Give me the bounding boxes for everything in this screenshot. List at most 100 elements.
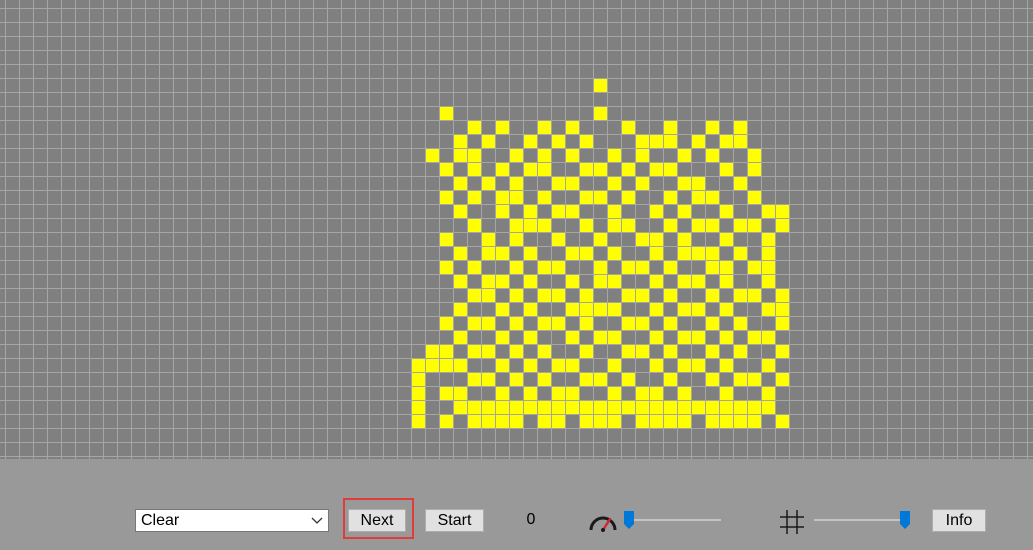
live-cell[interactable] [664,261,677,274]
live-cell[interactable] [636,177,649,190]
live-cell[interactable] [664,415,677,428]
live-cell[interactable] [776,317,789,330]
live-cell[interactable] [748,331,761,344]
live-cell[interactable] [720,401,733,414]
live-cell[interactable] [664,121,677,134]
live-cell[interactable] [622,163,635,176]
live-cell[interactable] [664,345,677,358]
live-cell[interactable] [720,233,733,246]
live-cell[interactable] [650,233,663,246]
live-cell[interactable] [692,331,705,344]
live-cell[interactable] [566,275,579,288]
live-cell[interactable] [440,345,453,358]
live-cell[interactable] [720,387,733,400]
live-cell[interactable] [594,107,607,120]
live-cell[interactable] [524,219,537,232]
live-cell[interactable] [776,373,789,386]
live-cell[interactable] [468,289,481,302]
live-cell[interactable] [608,303,621,316]
live-cell[interactable] [412,401,425,414]
next-button[interactable]: Next [348,509,406,532]
live-cell[interactable] [566,121,579,134]
live-cell[interactable] [510,289,523,302]
live-cell[interactable] [636,317,649,330]
live-cell[interactable] [580,401,593,414]
live-cell[interactable] [664,135,677,148]
live-cell[interactable] [734,177,747,190]
live-cell[interactable] [496,191,509,204]
live-cell[interactable] [692,219,705,232]
live-cell[interactable] [762,387,775,400]
live-cell[interactable] [468,317,481,330]
live-cell[interactable] [482,247,495,260]
live-cell[interactable] [510,149,523,162]
live-cell[interactable] [510,191,523,204]
live-cell[interactable] [580,345,593,358]
live-cell[interactable] [762,247,775,260]
live-cell[interactable] [482,289,495,302]
live-cell[interactable] [748,163,761,176]
live-cell[interactable] [538,149,551,162]
live-cell[interactable] [734,135,747,148]
live-cell[interactable] [748,289,761,302]
live-cell[interactable] [678,303,691,316]
live-cell[interactable] [412,359,425,372]
live-cell[interactable] [692,401,705,414]
live-cell[interactable] [482,345,495,358]
live-cell[interactable] [496,121,509,134]
live-cell[interactable] [678,233,691,246]
live-cell[interactable] [594,331,607,344]
live-cell[interactable] [538,121,551,134]
live-cell[interactable] [538,219,551,232]
live-cell[interactable] [776,219,789,232]
live-cell[interactable] [496,303,509,316]
live-cell[interactable] [678,415,691,428]
live-cell[interactable] [678,149,691,162]
live-cell[interactable] [664,317,677,330]
live-cell[interactable] [664,401,677,414]
live-cell[interactable] [426,359,439,372]
live-cell[interactable] [608,387,621,400]
live-cell[interactable] [552,177,565,190]
live-cell[interactable] [650,205,663,218]
live-cell[interactable] [496,359,509,372]
live-cell[interactable] [580,191,593,204]
live-cell[interactable] [636,401,649,414]
live-cell[interactable] [566,331,579,344]
live-cell[interactable] [622,401,635,414]
live-cell[interactable] [440,415,453,428]
live-cell[interactable] [566,247,579,260]
live-cell[interactable] [468,149,481,162]
live-cell[interactable] [720,275,733,288]
live-cell[interactable] [468,373,481,386]
live-cell[interactable] [762,261,775,274]
live-cell[interactable] [482,275,495,288]
live-cell[interactable] [538,345,551,358]
live-cell[interactable] [594,233,607,246]
live-cell[interactable] [552,317,565,330]
live-cell[interactable] [762,401,775,414]
live-cell[interactable] [454,149,467,162]
live-cell[interactable] [608,331,621,344]
live-cell[interactable] [552,233,565,246]
live-cell[interactable] [650,387,663,400]
live-cell[interactable] [538,317,551,330]
live-cell[interactable] [734,247,747,260]
live-cell[interactable] [650,163,663,176]
live-cell[interactable] [510,401,523,414]
live-cell[interactable] [664,219,677,232]
live-cell[interactable] [622,219,635,232]
live-cell[interactable] [496,387,509,400]
live-cell[interactable] [608,359,621,372]
live-cell[interactable] [636,149,649,162]
live-cell[interactable] [650,401,663,414]
live-cell[interactable] [468,219,481,232]
live-cell[interactable] [678,205,691,218]
live-cell[interactable] [454,331,467,344]
live-cell[interactable] [650,303,663,316]
live-cell[interactable] [650,415,663,428]
live-cell[interactable] [440,233,453,246]
live-cell[interactable] [538,289,551,302]
life-grid[interactable] [0,0,1033,459]
live-cell[interactable] [636,261,649,274]
